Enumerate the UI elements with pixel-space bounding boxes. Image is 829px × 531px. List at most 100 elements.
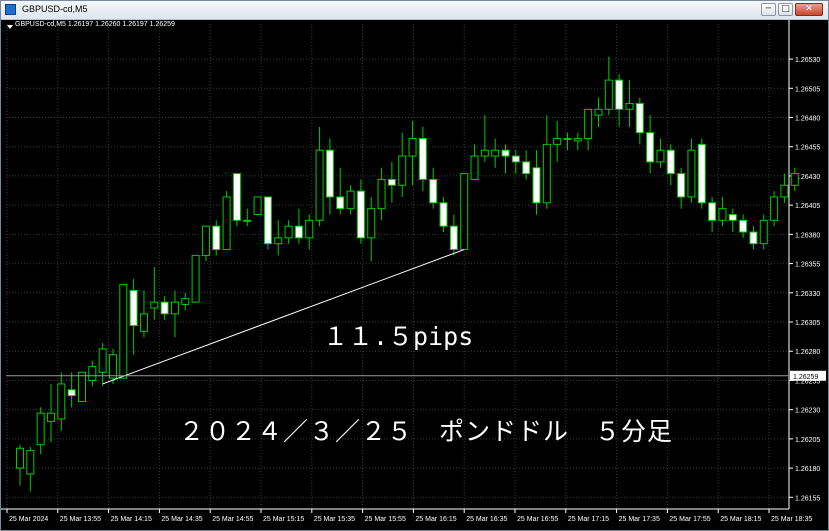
candle-bearish <box>615 79 624 110</box>
candle-bearish <box>325 149 334 198</box>
candle-bullish <box>491 149 500 157</box>
y-tick-label: 1.26205 <box>795 437 820 444</box>
candle-bullish <box>284 225 293 239</box>
minimize-button[interactable]: ─ <box>761 3 776 16</box>
candle-bullish <box>656 149 665 163</box>
y-tick-label: 1.26230 <box>795 408 820 415</box>
candle-bullish <box>36 412 45 446</box>
candle-bearish <box>160 301 169 315</box>
chart-area[interactable]: 1.26530 1.26505 1.26480 1.26455 1.26430 1.264… <box>1 20 828 530</box>
candle-bullish <box>119 284 128 379</box>
candle-bullish <box>315 149 324 221</box>
candle-bullish <box>88 365 97 381</box>
candle-bearish <box>263 196 272 245</box>
candle-bullish <box>26 450 35 475</box>
candle-bullish <box>480 149 489 157</box>
candle-bearish <box>697 143 706 204</box>
close-button[interactable]: ✕ <box>795 3 823 16</box>
candle-bearish <box>749 231 758 245</box>
y-tick-label: 1.26405 <box>795 203 820 210</box>
candle-bullish <box>377 178 386 210</box>
candle-bearish <box>294 225 303 239</box>
candle-bullish <box>181 298 190 305</box>
candle-bearish <box>511 155 520 163</box>
x-tick-label: 25 Mar 18:35 <box>771 516 812 523</box>
candle-bullish <box>253 196 262 215</box>
chart-window-icon <box>5 4 16 15</box>
candle-bearish <box>677 173 686 198</box>
x-tick-label: 25 Mar 18:15 <box>720 516 761 523</box>
candle-bullish <box>77 371 86 402</box>
candle-bullish <box>594 108 603 116</box>
candle-bearish <box>728 213 737 221</box>
chart-menu-arrow-icon[interactable] <box>7 25 13 29</box>
x-tick-label: 25 Mar 17:15 <box>568 516 609 523</box>
candle-bearish <box>439 202 448 227</box>
candle-bearish <box>449 225 458 251</box>
candle-bullish <box>170 301 179 315</box>
candle-bullish <box>57 383 66 420</box>
candle-bullish <box>553 138 562 145</box>
maximize-button[interactable]: □ <box>778 3 793 16</box>
candle-bearish <box>232 173 241 221</box>
x-tick-label: 25 Mar 17:55 <box>669 516 710 523</box>
candle-bullish <box>780 184 789 198</box>
y-tick-label: 1.26505 <box>795 86 820 93</box>
candle-bullish <box>274 237 283 245</box>
y-tick-label: 1.26330 <box>795 291 820 298</box>
candle-bullish <box>367 208 376 239</box>
y-tick-label: 1.26380 <box>795 232 820 239</box>
x-tick-label: 25 Mar 14:55 <box>212 516 253 523</box>
y-tick-label: 1.26480 <box>795 115 820 122</box>
candle-bullish <box>563 138 572 141</box>
candle-bearish <box>418 138 427 180</box>
x-tick-label: 25 Mar 16:15 <box>415 516 456 523</box>
candle-bullish <box>542 143 551 204</box>
candle-bullish <box>790 173 799 186</box>
y-tick-label: 1.26355 <box>795 262 820 269</box>
x-tick-label: 25 Mar 16:55 <box>517 516 558 523</box>
candle-bearish <box>708 202 717 221</box>
candlestick-chart[interactable]: 1.26530 1.26505 1.26480 1.26455 1.26430 1.264… <box>1 20 828 530</box>
candle-bullish <box>408 138 417 157</box>
x-tick-label: 25 Mar 14:35 <box>161 516 202 523</box>
candle-bearish <box>67 389 76 397</box>
x-tick-label: 25 Mar 15:15 <box>263 516 304 523</box>
x-tick-label: 25 Mar 13:55 <box>60 516 101 523</box>
x-tick-label: 25 Mar 15:55 <box>365 516 406 523</box>
candle-bullish <box>584 108 593 140</box>
candle-bearish <box>336 196 345 210</box>
x-tick-label: 25 Mar 16:35 <box>466 516 507 523</box>
candle-bearish <box>522 161 531 175</box>
candle-bullish <box>243 219 252 222</box>
chart-title-annotation: ２０２４／３／２５ ポンドドル ５分足 <box>179 417 674 446</box>
candle-bullish <box>108 354 117 379</box>
y-tick-label: 1.26455 <box>795 145 820 152</box>
x-tick-label: 25 Mar 14:15 <box>111 516 152 523</box>
candle-bullish <box>346 190 355 210</box>
candle-bullish <box>201 225 210 256</box>
y-tick-label: 1.26305 <box>795 320 820 327</box>
y-tick-label: 1.26280 <box>795 349 820 356</box>
candle-bullish <box>150 301 159 309</box>
candle-bearish <box>129 289 138 327</box>
current-price-label: 1.26259 <box>793 374 818 381</box>
candle-bullish <box>191 254 200 303</box>
candle-bearish <box>635 102 644 134</box>
candle-bullish <box>718 208 727 221</box>
y-tick-label: 1.26180 <box>795 466 820 473</box>
candle-bearish <box>739 219 748 233</box>
x-tick-label: 25 Mar 2024 <box>9 516 48 523</box>
candle-bullish <box>759 219 768 245</box>
title-bar[interactable]: GBPUSD-cd,M5 ─ □ ✕ <box>1 1 828 20</box>
window-title: GBPUSD-cd,M5 <box>22 4 88 14</box>
candle-bullish <box>460 173 469 251</box>
ohlc-info-line: GBPUSD-cd,M5 1.26197 1.26260 1.26197 1.2… <box>15 21 175 28</box>
chart-window: GBPUSD-cd,M5 ─ □ ✕ 1.26530 1.26505 1.26480… <box>0 0 829 531</box>
candle-bearish <box>429 178 438 204</box>
candle-bullish <box>625 102 634 110</box>
y-tick-label: 1.26155 <box>795 495 820 502</box>
x-tick-label: 25 Mar 17:35 <box>619 516 660 523</box>
candle-bearish <box>356 190 365 239</box>
y-tick-label: 1.26530 <box>795 57 820 64</box>
